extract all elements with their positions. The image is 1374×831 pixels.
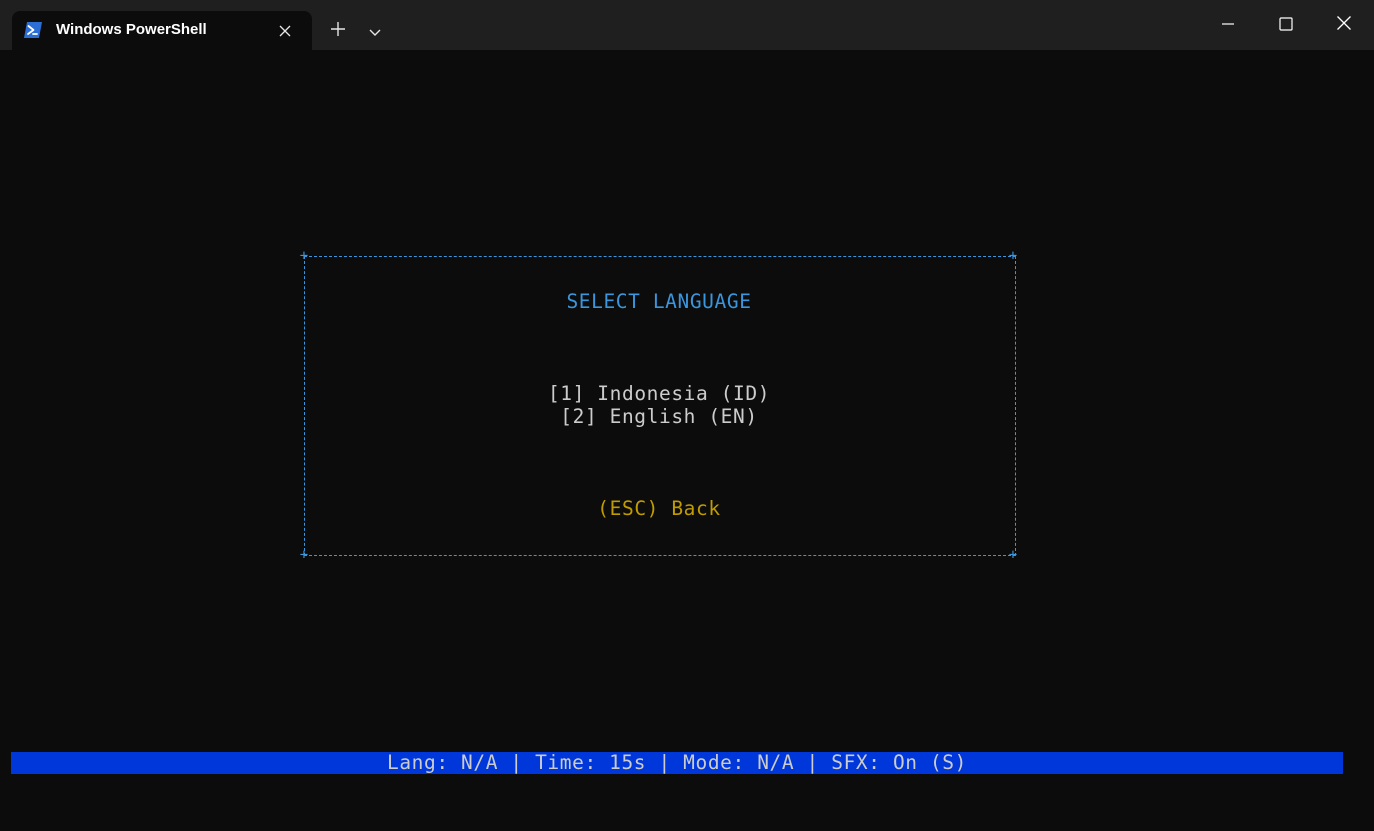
status-bar: Lang: N/A | Time: 15s | Mode: N/A | SFX:… — [11, 752, 1343, 774]
maximize-icon — [1279, 16, 1293, 35]
powershell-icon — [24, 22, 42, 38]
menu-title: SELECT LANGUAGE — [566, 290, 752, 313]
box-corner: + — [299, 248, 309, 264]
close-window-button[interactable] — [1315, 0, 1373, 50]
plus-icon — [330, 21, 346, 41]
maximize-button[interactable] — [1257, 0, 1315, 50]
language-option-english[interactable]: [2] English (EN) — [304, 405, 1014, 428]
box-corner: + — [1008, 547, 1018, 563]
close-icon[interactable] — [276, 22, 294, 40]
box-corner: + — [299, 547, 309, 563]
close-icon — [1336, 15, 1352, 35]
language-option-indonesia[interactable]: [1] Indonesia (ID) — [304, 382, 1014, 405]
terminal-window: Windows PowerShell + + + + SELECT LANGUA… — [0, 0, 1374, 831]
tab-dropdown-button[interactable] — [358, 12, 392, 50]
title-bar: Windows PowerShell — [0, 0, 1374, 50]
new-tab-button[interactable] — [318, 12, 358, 50]
minimize-button[interactable] — [1199, 0, 1257, 50]
back-option[interactable]: (ESC) Back — [304, 497, 1014, 520]
box-corner: + — [1008, 248, 1018, 264]
chevron-down-icon — [368, 22, 382, 41]
tab-windows-powershell[interactable]: Windows PowerShell — [12, 11, 312, 50]
minimize-icon — [1221, 16, 1235, 35]
tab-title: Windows PowerShell — [56, 21, 207, 38]
